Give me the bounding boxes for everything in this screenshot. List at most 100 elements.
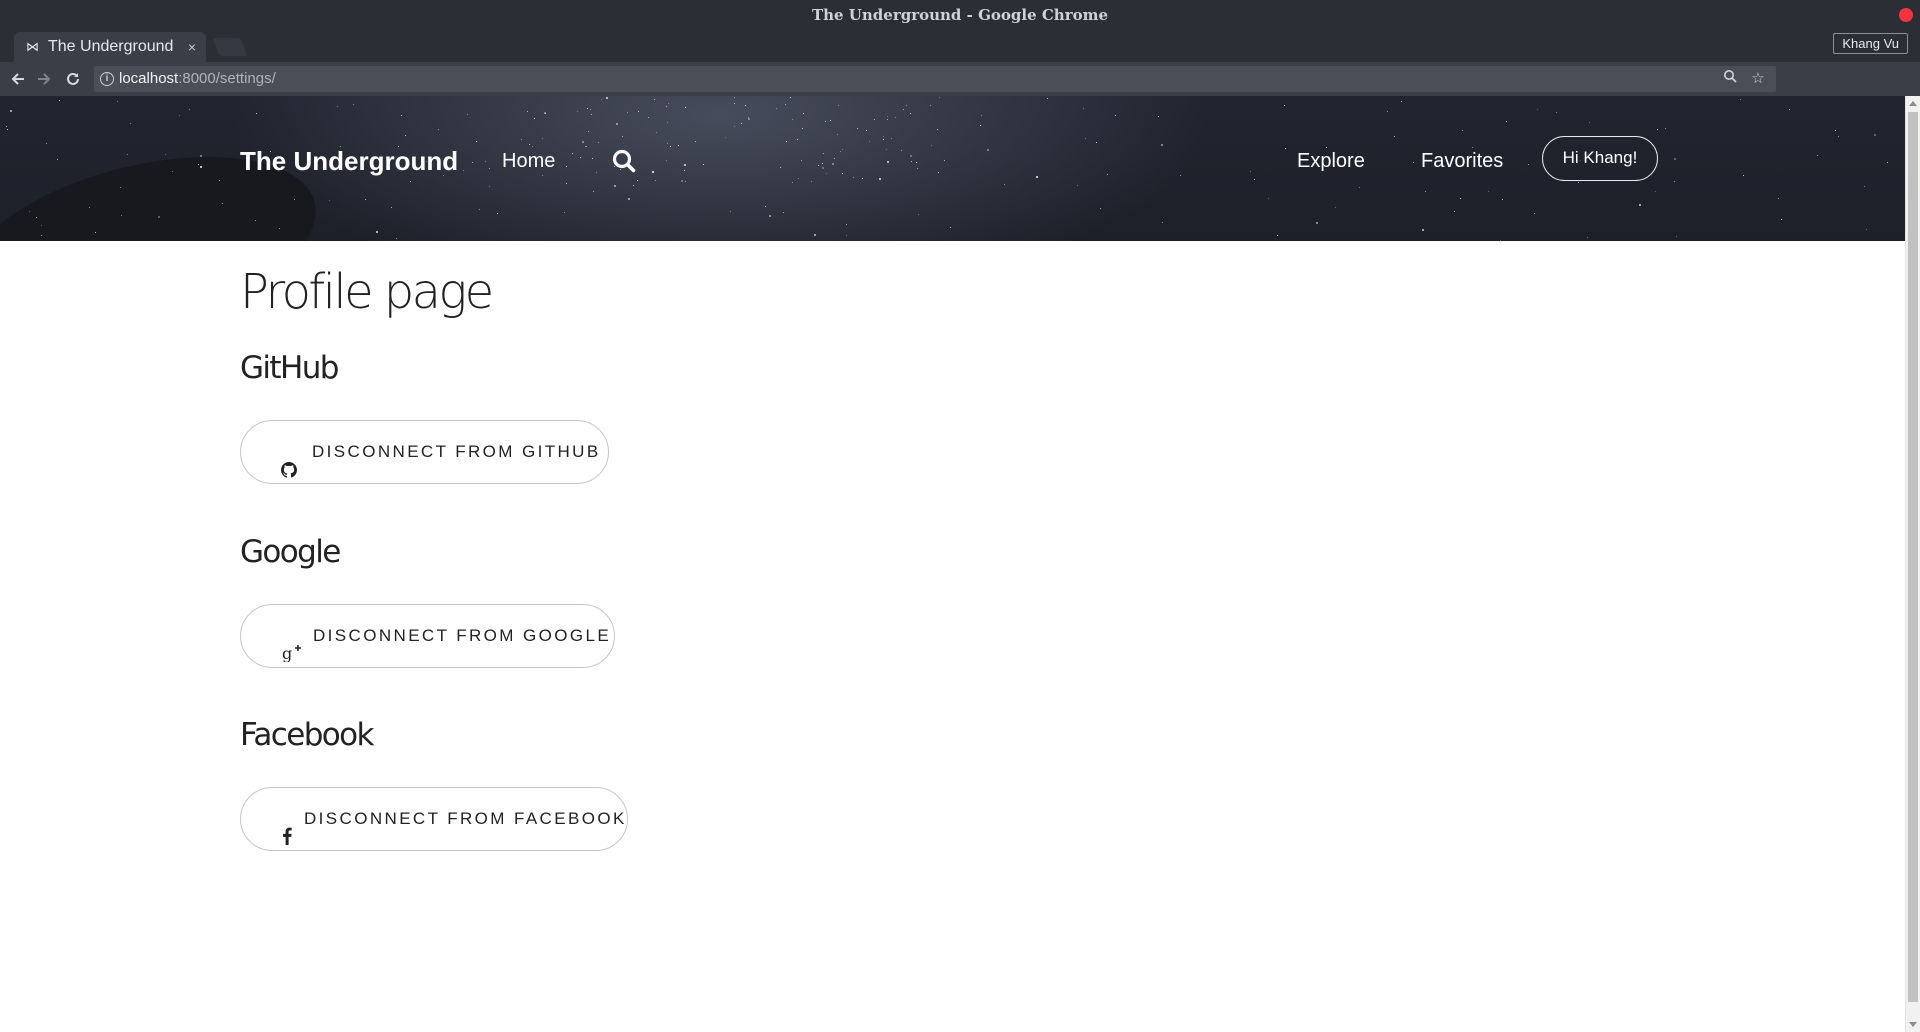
scroll-up-arrow-icon[interactable] <box>1909 101 1917 106</box>
nav-explore-link[interactable]: Explore <box>1297 147 1365 175</box>
reload-button[interactable] <box>60 62 86 96</box>
profile-button[interactable]: Khang Vu <box>1833 33 1908 54</box>
star-dot <box>1664 128 1666 130</box>
star-dot <box>797 178 799 180</box>
star-dot <box>652 170 655 173</box>
star-dot <box>979 125 981 127</box>
star-dot <box>702 163 704 165</box>
star-dot <box>861 177 863 179</box>
star-dot <box>404 135 406 137</box>
star-dot <box>887 161 890 164</box>
star-dot <box>1180 174 1182 176</box>
star-dot <box>627 197 630 200</box>
star-dot <box>1249 171 1251 173</box>
star-dot <box>824 120 826 122</box>
window-close-button[interactable] <box>1899 8 1913 22</box>
scroll-down-arrow-icon[interactable] <box>1909 1022 1917 1027</box>
star-dot <box>591 158 593 160</box>
star-dot <box>1781 219 1783 221</box>
star-dot <box>127 153 129 155</box>
star-dot <box>352 104 354 106</box>
search-icon[interactable] <box>611 147 637 175</box>
star-dot <box>1421 228 1424 231</box>
star-dot <box>1283 104 1285 106</box>
star-dot <box>768 215 771 218</box>
star-dot <box>905 104 907 106</box>
star-dot <box>817 165 819 167</box>
star-dot <box>656 131 658 133</box>
disconnect-google-button[interactable]: g DISCONNECT FROM GOOGLE <box>240 604 615 668</box>
star-dot <box>879 177 882 180</box>
forward-button[interactable] <box>31 62 57 96</box>
scrollbar-thumb[interactable] <box>1908 112 1918 1002</box>
brand-logo[interactable]: The Underground <box>240 146 458 176</box>
star-dot <box>582 140 585 143</box>
star-dot <box>375 231 378 234</box>
star-dot <box>565 183 567 185</box>
star-dot <box>278 227 280 229</box>
nav-home-link[interactable]: Home <box>502 147 555 175</box>
star-dot <box>887 115 889 117</box>
info-icon[interactable]: i <box>100 72 114 86</box>
star-dot <box>467 113 469 115</box>
url-text[interactable]: localhost:8000/settings/ <box>119 66 276 92</box>
disconnect-github-button[interactable]: DISCONNECT FROM GITHUB <box>240 420 609 484</box>
new-tab-button[interactable] <box>212 38 248 56</box>
star-dot <box>916 162 918 164</box>
disconnect-facebook-button[interactable]: DISCONNECT FROM FACEBOOK <box>240 787 628 851</box>
star-dot <box>563 211 565 213</box>
svg-text:g: g <box>282 644 295 662</box>
star-dot <box>526 111 528 113</box>
star-dot <box>584 145 586 147</box>
star-dot <box>765 206 767 208</box>
star-dot <box>667 122 669 124</box>
star-dot <box>811 181 813 183</box>
hero-header: The Underground Home Explore Favorites H… <box>0 96 1905 241</box>
star-dot <box>255 113 257 115</box>
star-dot <box>789 97 791 99</box>
star-dot <box>1863 186 1865 188</box>
star-dot <box>542 137 544 139</box>
star-dot <box>845 223 847 225</box>
disconnect-google-label: DISCONNECT FROM GOOGLE <box>313 626 612 645</box>
star-dot <box>601 99 603 101</box>
star-dot <box>665 160 667 162</box>
star-dot <box>800 160 802 162</box>
arrow-right-icon <box>38 73 51 85</box>
address-bar[interactable]: i localhost:8000/settings/ ☆ <box>94 66 1776 92</box>
star-dot <box>589 109 591 111</box>
star-dot <box>986 149 989 152</box>
star-dot <box>1393 135 1395 137</box>
star-icon[interactable]: ☆ <box>1746 66 1770 92</box>
zoom-icon[interactable] <box>1718 66 1742 92</box>
user-greeting-button[interactable]: Hi Khang! <box>1542 136 1658 181</box>
star-dot <box>364 198 366 200</box>
nav-favorites-link[interactable]: Favorites <box>1421 147 1503 175</box>
star-dot <box>572 153 574 155</box>
star-dot <box>841 173 843 175</box>
star-dot <box>622 135 624 137</box>
back-button[interactable] <box>5 62 31 96</box>
star-dot <box>626 112 628 114</box>
page-scrollbar[interactable] <box>1905 96 1920 1032</box>
star-dot <box>684 163 687 166</box>
star-dot <box>590 114 592 115</box>
tab-the-underground[interactable]: ⋈ The Underground × <box>14 32 206 62</box>
window-title: The Underground - Google Chrome <box>811 6 1109 24</box>
star-dot <box>1335 207 1337 209</box>
star-dot <box>829 120 831 121</box>
star-dot <box>950 227 952 229</box>
star-dot <box>1742 175 1744 177</box>
star-dot <box>839 150 841 152</box>
star-dot <box>1157 116 1159 118</box>
star-dot <box>868 141 870 143</box>
star-dot <box>668 103 670 105</box>
star-dot <box>633 184 635 186</box>
tab-close-icon[interactable]: × <box>188 32 196 62</box>
star-dot <box>199 154 202 157</box>
star-dot <box>1100 207 1102 209</box>
star-dot <box>28 210 30 212</box>
star-dot <box>1527 164 1529 166</box>
star-dot <box>1084 138 1086 140</box>
star-dot <box>918 214 920 216</box>
